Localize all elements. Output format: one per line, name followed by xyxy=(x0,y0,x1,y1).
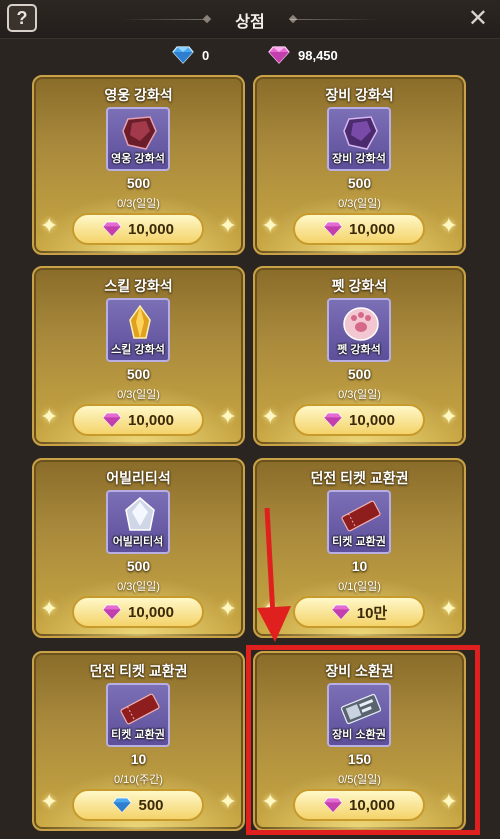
purchase-limit: 0/10(주간) xyxy=(114,774,163,786)
sparkle-icon: ✦ xyxy=(218,596,237,621)
diamond-balance: 0 xyxy=(172,46,209,64)
gem-icon xyxy=(102,412,122,428)
price-label: 10,000 xyxy=(128,411,174,429)
purchase-limit: 0/3(일일) xyxy=(117,389,160,401)
price-label: 10만 xyxy=(356,604,388,622)
page-title: 상점 xyxy=(235,14,265,31)
price-label: 10,000 xyxy=(128,603,174,621)
buy-button[interactable]: 500 xyxy=(72,789,204,821)
gem-icon xyxy=(323,412,343,428)
diamond-icon xyxy=(172,46,194,64)
title-divider-right xyxy=(290,19,380,20)
item-quantity: 500 xyxy=(126,175,151,191)
item-label: 스킬 강화석 xyxy=(111,344,165,356)
price-label: 10,000 xyxy=(128,220,174,238)
item-image: 티켓 교환권 xyxy=(327,490,391,554)
item-quantity: 500 xyxy=(347,175,372,191)
purchase-limit: 0/3(일일) xyxy=(338,389,381,401)
sparkle-icon: ✦ xyxy=(439,404,458,429)
item-quantity: 500 xyxy=(347,366,372,382)
item-label: 어빌리티석 xyxy=(112,536,164,548)
card-title: 영웅 강화석 xyxy=(104,87,173,103)
price-label: 10,000 xyxy=(349,411,395,429)
shop-card-ability-stone[interactable]: ✦ ✦ 어빌리티석 어빌리티석 500 0/3(일일) 10,000 xyxy=(32,458,245,638)
item-image: 어빌리티석 xyxy=(106,490,170,554)
card-title: 스킬 강화석 xyxy=(104,278,173,294)
card-title: 던전 티켓 교환권 xyxy=(89,663,188,679)
price-label: 500 xyxy=(138,796,164,814)
item-image: 티켓 교환권 xyxy=(106,683,170,747)
gem-icon xyxy=(102,604,122,620)
close-button[interactable]: ✕ xyxy=(468,4,488,33)
item-image: 펫 강화석 xyxy=(327,298,391,362)
price-label: 10,000 xyxy=(349,220,395,238)
sparkle-icon: ✦ xyxy=(439,213,458,238)
item-quantity: 500 xyxy=(126,366,151,382)
top-bar: ? 상점 ✕ xyxy=(0,0,500,39)
item-quantity: 10 xyxy=(130,751,147,767)
sparkle-icon: ✦ xyxy=(439,596,458,621)
gold-crystal-icon xyxy=(129,304,151,339)
item-image: 스킬 강화석 xyxy=(106,298,170,362)
item-label: 티켓 교환권 xyxy=(332,536,386,548)
sparkle-icon: ✦ xyxy=(261,404,280,429)
purchase-limit: 0/3(일일) xyxy=(117,198,160,210)
purchase-limit: 0/3(일일) xyxy=(117,581,160,593)
gem-balance: 98,450 xyxy=(268,46,338,64)
purple-gem-icon xyxy=(343,116,378,150)
buy-button[interactable]: 10,000 xyxy=(72,596,204,628)
buy-button[interactable]: 10만 xyxy=(293,596,425,628)
gem-icon xyxy=(102,221,122,237)
sparkle-icon: ✦ xyxy=(40,789,59,814)
silver-crystal-icon xyxy=(125,497,155,531)
item-image: 영웅 강화석 xyxy=(106,107,170,171)
item-image: 장비 강화석 xyxy=(327,107,391,171)
currency-bar: 0 98,450 xyxy=(0,39,500,71)
gem-icon xyxy=(331,604,351,620)
buy-button[interactable]: 10,000 xyxy=(72,404,204,436)
sparkle-icon: ✦ xyxy=(218,404,237,429)
card-title: 던전 티켓 교환권 xyxy=(310,470,409,486)
buy-button[interactable]: 10,000 xyxy=(293,404,425,436)
item-label: 펫 강화석 xyxy=(337,344,381,356)
gem-icon xyxy=(323,221,343,237)
gem-icon xyxy=(268,46,290,64)
buy-button[interactable]: 10,000 xyxy=(72,213,204,245)
shop-card-hero-stone[interactable]: ✦ ✦ 영웅 강화석 영웅 강화석 500 0/3(일일) 10,000 xyxy=(32,75,245,255)
sparkle-icon: ✦ xyxy=(218,213,237,238)
card-title: 어빌리티석 xyxy=(106,470,171,486)
item-label: 영웅 강화석 xyxy=(111,153,165,165)
ticket-icon xyxy=(341,500,381,532)
diamond-count: 0 xyxy=(202,47,210,63)
shop-card-dungeon-ticket-weekly[interactable]: ✦ ✦ 던전 티켓 교환권 티켓 교환권 10 0/10(주간) 500 xyxy=(32,651,245,831)
red-gem-icon xyxy=(122,116,157,150)
paw-stone-icon xyxy=(343,307,379,341)
gem-count: 98,450 xyxy=(298,47,338,63)
buy-button[interactable]: 10,000 xyxy=(293,213,425,245)
diamond-icon xyxy=(113,797,132,813)
shop-card-pet-stone[interactable]: ✦ ✦ 펫 강화석 펫 강화석 500 0/3(일일) 10,000 xyxy=(253,266,466,446)
item-label: 장비 강화석 xyxy=(332,153,386,165)
shop-card-equip-stone[interactable]: ✦ ✦ 장비 강화석 장비 강화석 500 0/3(일일) 10,000 xyxy=(253,75,466,255)
sparkle-icon: ✦ xyxy=(261,213,280,238)
card-title: 펫 강화석 xyxy=(331,278,388,294)
shop-card-skill-stone[interactable]: ✦ ✦ 스킬 강화석 스킬 강화석 500 0/3(일일) 10,000 xyxy=(32,266,245,446)
sparkle-icon: ✦ xyxy=(218,789,237,814)
highlight-box xyxy=(246,645,480,835)
item-label: 티켓 교환권 xyxy=(111,729,165,741)
sparkle-icon: ✦ xyxy=(40,404,59,429)
card-title: 장비 강화석 xyxy=(325,87,394,103)
sparkle-icon: ✦ xyxy=(40,213,59,238)
sparkle-icon: ✦ xyxy=(40,596,59,621)
item-quantity: 500 xyxy=(126,558,151,574)
red-arrow-icon xyxy=(257,508,291,642)
ticket-icon xyxy=(120,693,160,725)
purchase-limit: 0/3(일일) xyxy=(338,198,381,210)
